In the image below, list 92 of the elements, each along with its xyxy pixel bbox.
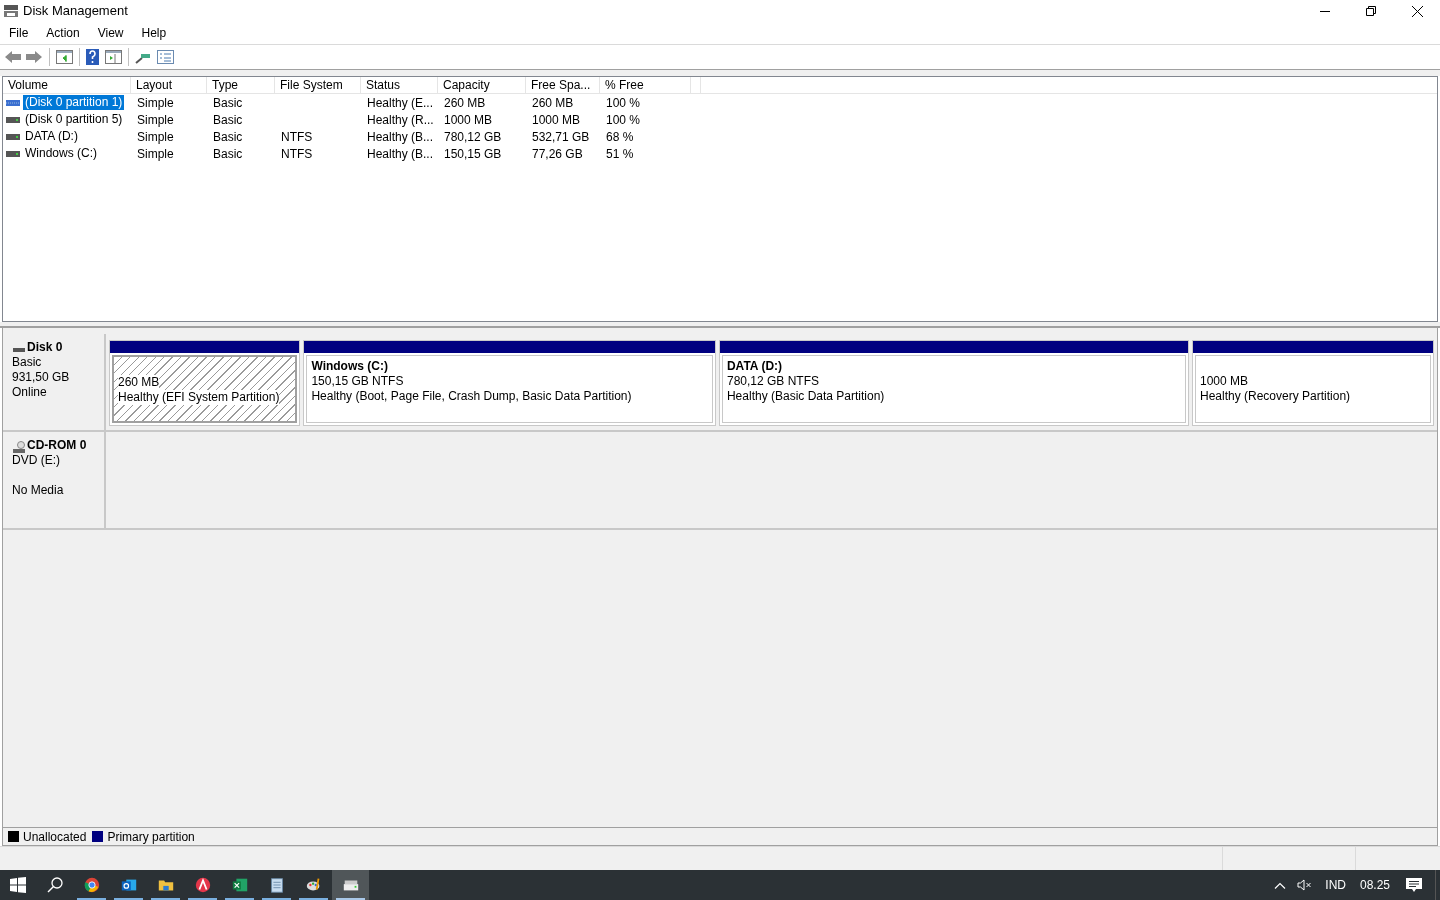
partition-block[interactable]: DATA (D:) 780,12 GB NTFS Healthy (Basic Data Partition) [718,340,1189,426]
table-cell-text: NTFS [281,128,313,146]
menu-item[interactable]: File [0,24,38,42]
disk-name: CD-ROM 0 [27,438,87,453]
partition-size: 150,15 GB NTFS [311,374,404,389]
clock[interactable]: 08.25 [1359,876,1390,894]
partition-title: DATA (D:) [726,359,784,374]
help-icon[interactable] [86,49,99,65]
column-header[interactable]: Capacity [438,77,526,93]
letter-a-app-icon [193,876,212,894]
windows-logo-icon [10,877,26,893]
partition-block[interactable]: 1000 MB Healthy (Recovery Partition) [1192,340,1434,426]
table-cell-text: Healthy (B... [367,128,434,146]
window-title: Disk Management [23,2,128,21]
volume-name[interactable]: Windows (C:) [23,146,99,161]
table-cell-text: 150,15 GB [444,145,502,163]
table-cell-text: 532,71 GB [532,128,590,146]
muted-speaker-icon[interactable] [1297,879,1313,891]
back-arrow-icon[interactable] [4,50,22,64]
disk-status: Online [12,385,48,400]
column-header[interactable]: % Free [600,77,691,93]
minimize-icon [1320,10,1330,12]
partition-status: Healthy (Recovery Partition) [1200,389,1351,404]
browser-icon [82,876,101,894]
table-cell-text: 260 MB [444,94,486,112]
partition-title: Windows (C:) [311,359,389,374]
legend-label: Primary partition [107,828,195,846]
partition-status: Healthy (EFI System Partition) [118,390,280,405]
table-cell-text: 1000 MB [532,111,581,129]
search-icon [46,877,63,893]
restore-icon [1366,6,1376,16]
drive-icon [6,99,20,106]
column-header[interactable]: File System [275,77,361,93]
table-cell-text: NTFS [281,145,313,163]
checklist-icon[interactable] [157,50,174,64]
disk-name: Disk 0 [27,340,63,355]
table-cell-text: Simple [137,128,174,146]
action-pane-icon[interactable] [105,50,122,64]
partition-size: 1000 MB [1200,374,1249,389]
table-cell-text: 780,12 GB [444,128,502,146]
disk-type: Basic [12,355,43,370]
table-cell-text: Basic [213,94,243,112]
spreadsheet-icon [230,876,249,894]
menu-item[interactable]: View [88,24,133,42]
close-icon [1411,5,1423,17]
table-cell-text: Basic [213,128,243,146]
table-cell-text: 100 % [606,94,641,112]
partition-status: Healthy (Basic Data Partition) [726,389,885,404]
table-cell-text: Healthy (E... [367,94,434,112]
column-header[interactable]: Status [361,77,438,93]
taskbar-button[interactable] [332,870,369,900]
drive-icon [6,133,20,140]
table-cell-text: 260 MB [532,94,574,112]
disk-status: No Media [12,483,65,498]
optical-drive-icon [12,441,26,453]
table-cell-text: Healthy (B... [367,145,434,163]
disk-drive-icon [3,4,19,18]
volume-name[interactable]: (Disk 0 partition 1) [23,95,125,110]
column-header[interactable]: Volume [3,77,131,93]
table-cell-text: Simple [137,111,174,129]
table-cell-text: Simple [137,145,174,163]
table-cell-text: 100 % [606,111,641,129]
disk-type: DVD (E:) [12,453,61,468]
legend-label: Unallocated [23,828,87,846]
console-tree-icon[interactable] [56,50,73,64]
partition-status: Healthy (Boot, Page File, Crash Dump, Basic Data Partition) [311,389,632,404]
drive-icon [6,150,20,157]
column-header[interactable]: Type [207,77,275,93]
table-cell-text: Healthy (R... [367,111,434,129]
volume-name[interactable]: (Disk 0 partition 5) [23,112,125,127]
table-cell-text: 1000 MB [444,111,493,129]
menu-item[interactable]: Action [37,24,89,42]
table-cell-text: 77,26 GB [532,145,583,163]
column-header[interactable]: Layout [131,77,207,93]
chevron-up-icon[interactable] [1274,881,1287,889]
drive-icon [6,116,20,123]
disk-size: 931,50 GB [12,370,71,385]
table-cell-text: 68 % [606,128,634,146]
volume-name[interactable]: DATA (D:) [23,129,80,144]
table-cell-text: Basic [213,111,243,129]
partition-block[interactable]: Windows (C:) 150,15 GB NTFS Healthy (Boot, Page File, Crash Dump, Basic Data Partition) [303,340,716,426]
table-cell-text: Basic [213,145,243,163]
notification-icon[interactable] [1406,877,1422,893]
forward-arrow-icon[interactable] [25,50,43,64]
table-cell-text: Simple [137,94,174,112]
table-cell-text: 51 % [606,145,634,163]
partition-size: 260 MB [118,375,160,390]
input-language[interactable]: IND [1325,876,1346,894]
column-header[interactable]: Free Spa... [526,77,600,93]
partition-block[interactable]: 260 MB Healthy (EFI System Partition) [109,340,301,426]
partition-size: 780,12 GB NTFS [726,374,819,389]
menu-item[interactable]: Help [132,24,176,42]
